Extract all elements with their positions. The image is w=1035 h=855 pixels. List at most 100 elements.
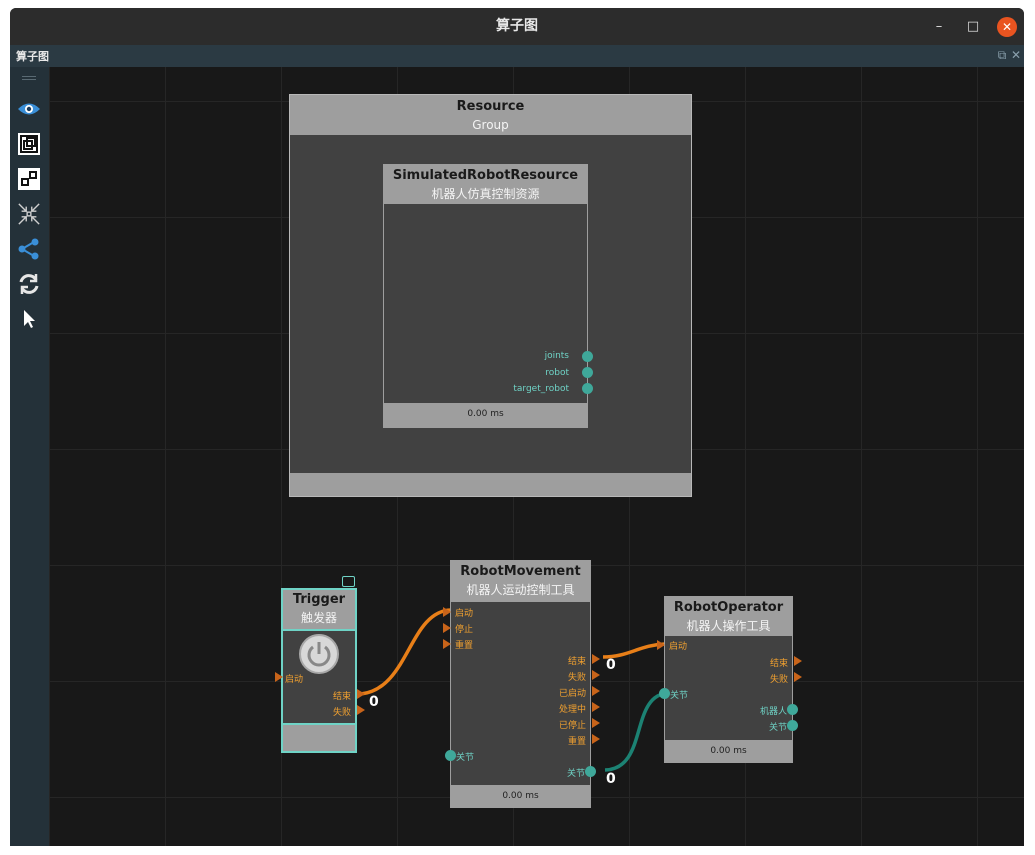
input-data-port-label: 关节 [670,691,689,701]
input-port-arrow[interactable] [657,640,665,650]
node-header: RobotOperator 机器人操作工具 [665,597,792,636]
input-port-label: 启动 [285,675,304,685]
output-port-arrow[interactable] [592,718,600,728]
input-port-arrow[interactable] [443,639,451,649]
fit-view-icon[interactable] [17,132,41,156]
output-port-dot[interactable] [582,383,593,394]
node-subtitle: 机器人操作工具 [686,619,771,633]
input-port-arrow[interactable] [275,672,283,682]
output-port-label: robot [545,368,569,378]
node-name: RobotOperator [673,600,784,615]
refresh-icon[interactable] [17,272,41,296]
output-port-arrow[interactable] [794,656,802,666]
output-port-label: 已启动 [558,689,586,699]
title-bar: 算子图 – □ ✕ [10,8,1024,45]
toolbar-handle[interactable] [22,76,36,77]
node-footer [283,725,355,751]
power-button[interactable] [299,634,339,674]
comment-icon[interactable] [342,576,355,587]
output-port-label: 结束 [567,657,586,667]
robot-movement-node[interactable]: RobotMovement 机器人运动控制工具 启动 停止 重置 结束 失败 已… [443,560,600,808]
node-name: RobotMovement [460,564,581,579]
robot-operator-node[interactable]: RobotOperator 机器人操作工具 启动 结束 失败 关节 机器人 关节… [657,596,802,763]
output-port-label: 失败 [769,675,788,685]
node-subtitle: Group [472,118,509,132]
output-port-label: 失败 [332,708,351,718]
output-data-port-dot[interactable] [585,766,596,777]
input-port-arrow[interactable] [443,607,451,617]
output-port-arrow[interactable] [592,686,600,696]
graph-canvas[interactable]: Resource Group SimulatedRobotResource 机器… [49,67,1024,846]
input-port-label: 停止 [455,625,474,635]
window-title: 算子图 [496,18,538,34]
eye-icon[interactable] [17,97,41,121]
edge-count-label: 0 [606,771,616,787]
input-port-arrow[interactable] [443,623,451,633]
output-port-label: target_robot [513,384,569,394]
input-data-port-dot[interactable] [445,750,456,761]
output-port-arrow[interactable] [357,705,365,715]
node-name: Trigger [292,592,346,607]
output-port-label: 失败 [567,673,586,683]
output-data-port-dot[interactable] [787,704,798,715]
simulated-robot-resource-node[interactable]: SimulatedRobotResource 机器人仿真控制资源 joints … [383,164,593,428]
node-subtitle: 触发器 [300,611,337,625]
output-data-port-dot[interactable] [787,720,798,731]
edge-count-label: 0 [606,657,616,673]
group-header: Resource Group [290,95,691,135]
panel-header: 算子图 ⧉ ✕ [10,45,1024,67]
panel-title: 算子图 [16,50,49,63]
close-panel-button[interactable]: ✕ [1009,47,1023,63]
trigger-node[interactable]: Trigger 触发器 启动 结束 失败 [275,588,365,753]
output-data-port-label: 关节 [768,723,787,733]
output-port-dot[interactable] [582,367,593,378]
group-footer [290,473,691,496]
node-header: SimulatedRobotResource 机器人仿真控制资源 [384,165,587,204]
node-header: RobotMovement 机器人运动控制工具 [451,561,590,602]
output-port-arrow[interactable] [794,672,802,682]
output-port-label: 重置 [567,737,586,747]
output-port-arrow[interactable] [592,702,600,712]
input-data-port-label: 关节 [456,753,475,763]
maximize-button[interactable]: □ [963,17,983,37]
resource-group-node[interactable]: Resource Group SimulatedRobotResource 机器… [289,94,692,497]
node-time: 0.00 ms [451,785,590,807]
output-data-port-label: 关节 [566,769,585,779]
node-subtitle: 机器人仿真控制资源 [431,187,540,201]
output-port-dot[interactable] [582,351,593,362]
group-icon[interactable] [17,167,41,191]
float-panel-button[interactable]: ⧉ [995,47,1009,63]
node-body: 启动 结束 失败 关节 机器人 关节 [657,636,802,740]
node-time: 0.00 ms [665,740,792,762]
output-port-arrow[interactable] [592,654,600,664]
input-port-label: 重置 [455,641,474,651]
app-window: 算子图 – □ ✕ 算子图 ⧉ ✕ Resource Group Simulat… [10,8,1024,846]
edge-trigger-to-movement[interactable] [360,608,452,696]
output-port-label: joints [544,351,569,361]
output-port-arrow[interactable] [592,734,600,744]
node-time: 0.00 ms [384,403,587,427]
output-port-label: 已停止 [558,721,586,731]
node-subtitle: 机器人运动控制工具 [466,583,575,597]
edge-movement-to-operator[interactable] [602,642,666,659]
collapse-icon[interactable] [17,202,41,226]
output-port-arrow[interactable] [592,670,600,680]
minimize-button[interactable]: – [929,17,949,37]
edge-joints-data[interactable] [604,691,670,772]
pointer-icon[interactable] [17,307,41,331]
node-name: SimulatedRobotResource [392,168,579,183]
close-button[interactable]: ✕ [997,17,1017,37]
edge-count-label: 0 [369,694,379,710]
output-port-label: 处理中 [558,705,586,715]
output-port-label: 结束 [332,692,351,702]
node-body: 启动 停止 重置 结束 失败 已启动 处理中 已停止 重置 关节 关节 [443,602,600,785]
node-body: joints robot target_robot [384,204,593,403]
node-name: Resource [456,99,525,114]
power-icon [307,642,331,667]
output-port-arrow[interactable] [357,689,365,699]
output-data-port-label: 机器人 [759,707,787,717]
input-data-port-dot[interactable] [659,688,670,699]
graph-icon[interactable] [17,237,41,261]
input-port-label: 启动 [669,642,688,652]
input-port-label: 启动 [455,609,474,619]
